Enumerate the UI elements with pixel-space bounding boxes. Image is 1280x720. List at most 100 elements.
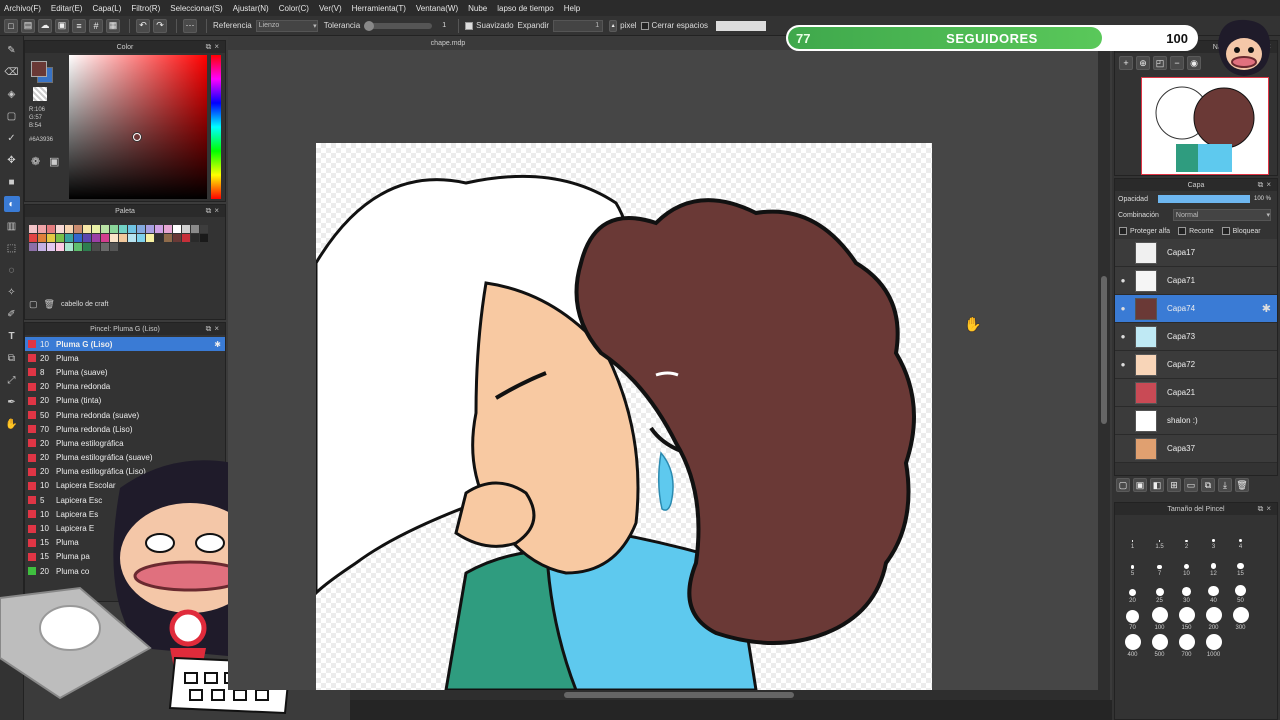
brush-item[interactable]: 8 Pluma (suave) xyxy=(25,365,225,379)
palette-swatch[interactable] xyxy=(137,234,145,242)
brush-size-option[interactable]: 1000 xyxy=(1205,631,1222,658)
layer-row[interactable]: Capa21 xyxy=(1115,379,1277,407)
tolerance-slider[interactable] xyxy=(364,20,433,31)
brush-size-option[interactable]: 2 xyxy=(1185,523,1188,550)
new-layer-icon[interactable]: ▢ xyxy=(1116,478,1130,492)
menu-item[interactable]: Seleccionar(S) xyxy=(170,4,222,13)
panel-controls-icon[interactable]: ⧉× xyxy=(206,324,222,334)
brush-item[interactable]: 20 Pluma (tinta) xyxy=(25,394,225,408)
palette-swatch[interactable] xyxy=(65,234,73,242)
menu-item[interactable]: Nube xyxy=(468,4,487,13)
saturation-value-square[interactable] xyxy=(69,55,207,199)
zoom-reset-icon[interactable]: ◰ xyxy=(1153,56,1167,70)
brush-size-option[interactable]: 200 xyxy=(1205,604,1222,631)
brush-size-option[interactable]: 700 xyxy=(1178,631,1195,658)
panel-controls-icon[interactable]: ⧉× xyxy=(206,206,222,216)
palette-swatch[interactable] xyxy=(56,225,64,233)
duplicate-layer-icon[interactable]: ⧉ xyxy=(1201,478,1215,492)
palette-swatch[interactable] xyxy=(56,243,64,251)
brush-size-option[interactable]: 70 xyxy=(1125,604,1140,631)
panel-controls-icon[interactable]: ⧉× xyxy=(206,42,222,52)
brush-item[interactable]: 10 Pluma G (Liso) ✱ xyxy=(25,337,225,352)
open-file-icon[interactable]: ▤ xyxy=(21,18,35,33)
cloud-icon[interactable]: ☁ xyxy=(38,18,52,33)
layer-row[interactable]: ● Capa73 xyxy=(1115,323,1277,351)
palette-swatch[interactable] xyxy=(173,234,181,242)
menu-item[interactable]: Color(C) xyxy=(279,4,309,13)
menu-item[interactable]: Ver(V) xyxy=(319,4,342,13)
blend-select[interactable]: Normal ▾ xyxy=(1172,209,1271,221)
palette-swatch[interactable] xyxy=(74,234,82,242)
brush-size-option[interactable]: 100 xyxy=(1151,604,1168,631)
color-wheel-icon[interactable]: ❁ xyxy=(31,155,40,168)
check-icon[interactable]: ✓ xyxy=(4,130,20,146)
palette-swatch[interactable] xyxy=(200,225,208,233)
merge-layer-icon[interactable]: ⤓ xyxy=(1218,478,1232,492)
layer-folder-icon[interactable]: ▭ xyxy=(1184,478,1198,492)
zoom-out-icon[interactable]: − xyxy=(1170,56,1184,70)
new-layer-alt-icon[interactable]: ▣ xyxy=(1133,478,1147,492)
layer-row[interactable]: Capa17 xyxy=(1115,239,1277,267)
undo-icon[interactable]: ↶ xyxy=(136,18,150,33)
palette-swatch[interactable] xyxy=(110,225,118,233)
color-picker-icon[interactable]: ▣ xyxy=(49,155,59,168)
palette-swatch[interactable] xyxy=(119,234,127,242)
palette-swatch[interactable] xyxy=(38,243,46,251)
redo-icon[interactable]: ↷ xyxy=(153,18,167,33)
brush-settings-icon[interactable]: ✱ xyxy=(214,340,221,349)
palette-swatch[interactable] xyxy=(47,225,55,233)
palette-swatch[interactable] xyxy=(146,225,154,233)
panel-controls-icon[interactable]: ⧉× xyxy=(1258,504,1274,514)
grid-icon[interactable]: # xyxy=(89,18,103,33)
document-tab[interactable]: chape.mdp xyxy=(228,37,668,50)
palette-swatch[interactable] xyxy=(47,243,55,251)
palette-swatch[interactable] xyxy=(110,234,118,242)
brush-size-option[interactable]: 5 xyxy=(1130,550,1135,577)
layer-add-menu-icon[interactable]: ⊞ xyxy=(1167,478,1181,492)
antialias-checkbox[interactable] xyxy=(465,21,474,30)
palette-swatch[interactable] xyxy=(173,225,181,233)
rectangle-icon[interactable]: ▢ xyxy=(4,108,20,124)
fill-rect-icon[interactable]: ■ xyxy=(4,174,20,190)
palette-swatch[interactable] xyxy=(74,225,82,233)
text-icon[interactable]: T xyxy=(4,328,20,344)
palette-swatch[interactable] xyxy=(101,243,109,251)
lasso-icon[interactable]: ◌ xyxy=(4,262,20,278)
horizontal-scrollbar-thumb[interactable] xyxy=(564,692,794,698)
brush-size-option[interactable]: 12 xyxy=(1210,550,1217,577)
reference-select[interactable]: Lienzo ▾ xyxy=(255,19,318,32)
wand-icon[interactable]: ✧ xyxy=(4,284,20,300)
brush-size-option[interactable]: 300 xyxy=(1232,604,1249,631)
palette-swatch[interactable] xyxy=(101,225,109,233)
eraser-soft-icon[interactable]: ◈ xyxy=(4,86,20,102)
menu-item[interactable]: Help xyxy=(564,4,580,13)
close-gaps-field[interactable] xyxy=(716,20,767,31)
brush-size-option[interactable]: 30 xyxy=(1182,577,1191,604)
brush-size-option[interactable]: 25 xyxy=(1155,577,1164,604)
gradient-icon[interactable]: ▥ xyxy=(4,218,20,234)
eye-icon[interactable]: ● xyxy=(1117,276,1129,285)
navigator-preview[interactable] xyxy=(1141,77,1269,175)
layer-row[interactable]: ● Capa74 ✱ xyxy=(1115,295,1277,323)
brush-item[interactable]: 20 Pluma xyxy=(25,351,225,365)
layer-row[interactable]: shalon :) xyxy=(1115,407,1277,435)
menu-item[interactable]: Editar(E) xyxy=(51,4,83,13)
lock-checkbox[interactable] xyxy=(1221,227,1230,235)
eye-icon[interactable]: ● xyxy=(1117,332,1129,341)
palette-swatch[interactable] xyxy=(182,234,190,242)
palette-swatch[interactable] xyxy=(191,234,199,242)
palette-swatch[interactable] xyxy=(92,234,100,242)
brush-size-option[interactable]: 4 xyxy=(1239,523,1242,550)
menu-item[interactable]: Herramienta(T) xyxy=(352,4,406,13)
transparent-swatch[interactable] xyxy=(33,87,47,101)
palette-swatch[interactable] xyxy=(137,225,145,233)
brush-size-option[interactable]: 15 xyxy=(1237,550,1244,577)
brush-size-option[interactable]: 20 xyxy=(1128,577,1137,604)
eye-icon[interactable]: ● xyxy=(1117,360,1129,369)
palette-swatch[interactable] xyxy=(74,243,82,251)
new-vector-layer-icon[interactable]: ◧ xyxy=(1150,478,1164,492)
palette-swatch[interactable] xyxy=(128,225,136,233)
palette-swatch[interactable] xyxy=(101,234,109,242)
palette-swatch[interactable] xyxy=(83,225,91,233)
hand-icon[interactable]: ✋ xyxy=(4,416,20,432)
